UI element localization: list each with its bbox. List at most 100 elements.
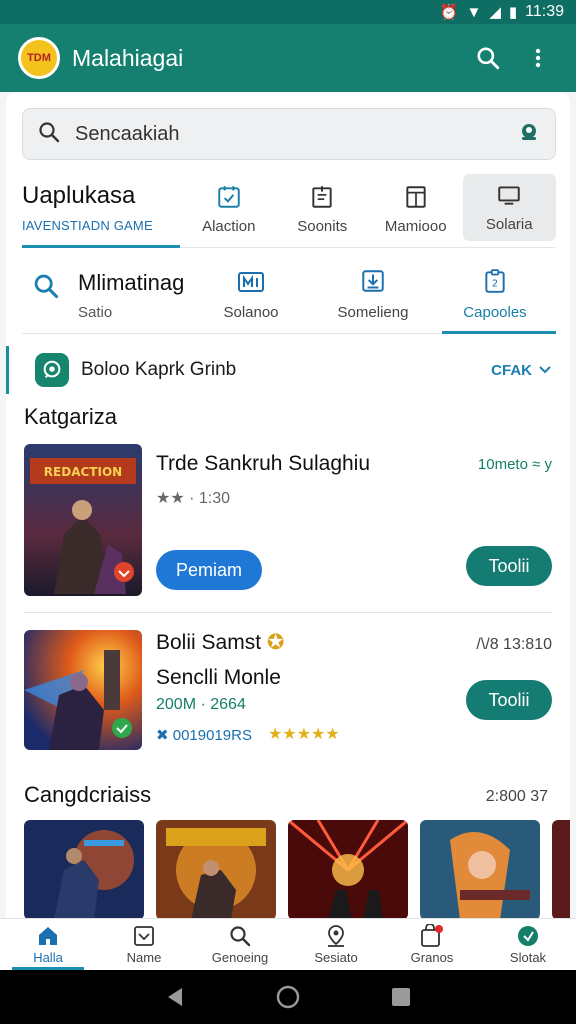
sub-tabs: Mlimatinag Satio Solanoo Somelieng 2 Cap… [22, 258, 556, 334]
trophy-icon: ✪ [266, 631, 285, 654]
tab-label: Soonits [297, 218, 348, 235]
location-icon [328, 925, 344, 947]
featured-dropdown[interactable]: CFAK [491, 362, 552, 379]
game-subtitle: Senclli Monle [156, 666, 281, 689]
battery-icon: ▮ [508, 4, 518, 21]
status-time: 11:39 [525, 3, 564, 20]
monitor-icon [498, 186, 520, 205]
tab-soonits[interactable]: Soonits [276, 172, 370, 247]
app-logo-text: TDM [27, 52, 51, 64]
back-icon[interactable] [164, 985, 186, 1009]
game-card[interactable]: Bolii Samst ✪ Senclli Monle 200M · 2664 … [24, 630, 552, 782]
game-thumbnail[interactable]: REDACTION [24, 444, 142, 596]
tab-alaction[interactable]: Alaction [182, 172, 276, 247]
category-main-subtitle: IAVENSTIADN GAME [22, 218, 153, 233]
notepad-icon [312, 186, 332, 208]
section-title: Cangdcriaiss [24, 782, 152, 807]
nav-item-genoeing[interactable]: Genoeing [192, 919, 288, 970]
install-button[interactable]: Toolii [466, 546, 552, 586]
nav-item-sesiato[interactable]: Sesiato [288, 919, 384, 970]
download-icon [362, 270, 384, 292]
tab-label: Alaction [202, 218, 256, 235]
carousel-item[interactable] [420, 820, 540, 918]
home-circle-icon[interactable] [275, 984, 301, 1010]
more-vert-icon[interactable] [518, 38, 558, 78]
nav-label: Halla [33, 950, 63, 965]
nav-label: Sesiato [314, 950, 358, 965]
search-icon [34, 274, 59, 299]
app-title: Malahiagai [72, 44, 184, 71]
game-title: Bolii Samst ✪ [156, 630, 284, 655]
game-code: ✖ 0019019RS [156, 727, 252, 744]
home-icon [39, 927, 57, 945]
system-navigation-bar [0, 970, 576, 1024]
game-meta: 200M · 2664 [156, 696, 246, 713]
category-main-title: Uaplukasa [22, 182, 136, 209]
tab-label: Mamiooo [384, 218, 447, 235]
bag-icon [421, 924, 443, 947]
divider [24, 612, 552, 613]
nav-label: Genoeing [211, 950, 269, 965]
sub-tab-somelieng[interactable]: Somelieng [312, 258, 434, 333]
tab-mamiooo[interactable]: Mamiooo [369, 172, 463, 247]
game-size: 10meto ≈ y [477, 456, 552, 473]
nav-item-granos[interactable]: Granos [384, 919, 480, 970]
grid-icon [238, 272, 264, 292]
recents-icon[interactable] [390, 986, 412, 1008]
sub-tab-label: Solanoo [223, 304, 279, 321]
sub-tab-first[interactable]: Mlimatinag Satio [22, 258, 190, 333]
carousel-item[interactable] [24, 820, 144, 918]
section-title: Katgariza [24, 404, 117, 429]
document-icon [406, 186, 426, 208]
game-thumbnail[interactable] [24, 630, 142, 750]
sub-tab-solanoo[interactable]: Solanoo [190, 258, 312, 333]
sub-tab-subtitle: Satio [78, 304, 113, 321]
game-title: Trde Sankruh Sulaghiu [156, 452, 371, 475]
game-rating: ★★ · 1:30 [156, 490, 231, 507]
carousel-item[interactable] [552, 820, 570, 918]
nav-label: Name [126, 950, 162, 965]
carousel-item[interactable] [156, 820, 276, 918]
game-title-text: Bolii Samst [156, 631, 262, 654]
chat-icon [35, 353, 69, 387]
tab-solaria[interactable]: Solaria [462, 174, 556, 241]
featured-action: CFAK [491, 361, 532, 379]
star-rating: ★★★★★ [268, 726, 340, 743]
search-icon [37, 120, 61, 149]
carousel-item[interactable] [288, 820, 408, 918]
sub-tab-label: Capooles [463, 304, 527, 321]
nav-label: Slotak [509, 950, 547, 965]
sub-tab-label: Somelieng [337, 304, 409, 321]
compass-icon [518, 926, 538, 946]
nav-item-halla[interactable]: Halla [0, 919, 96, 970]
category-main-tab[interactable]: Uaplukasa IAVENSTIADN GAME [22, 172, 182, 248]
featured-row[interactable]: Boloo Kaprk Grinb CFAK [6, 346, 570, 394]
search-icon[interactable] [468, 38, 508, 78]
search-input[interactable] [75, 122, 517, 146]
sub-tab-capooles[interactable]: 2 Capooles [434, 258, 556, 334]
voice-search-icon[interactable] [517, 120, 541, 149]
premium-button[interactable]: Pemiam [156, 550, 262, 590]
app-logo[interactable]: TDM [18, 37, 60, 79]
nav-item-name[interactable]: Name [96, 919, 192, 970]
category-tabs: Uaplukasa IAVENSTIADN GAME Alaction Soon… [22, 172, 556, 248]
nav-label: Granos [410, 950, 454, 965]
section-meta: 2:800 37 [485, 788, 548, 805]
nav-item-slotak[interactable]: Slotak [480, 919, 576, 970]
checkbox-icon [134, 926, 154, 946]
thumbnail-title: REDACTION [44, 465, 122, 479]
category-tab-indicator [22, 245, 180, 248]
wifi-icon: ▼ [466, 3, 482, 21]
gamepad-icon [218, 186, 240, 208]
svg-text:2: 2 [492, 278, 498, 289]
install-button[interactable]: Toolii [466, 680, 552, 720]
game-card[interactable]: REDACTION Trde Sankruh Sulaghiu ★★ · 1:3… [24, 444, 552, 596]
main-content: Uaplukasa IAVENSTIADN GAME Alaction Soon… [6, 92, 570, 918]
chevron-down-icon [539, 366, 551, 374]
sub-tab-title: Mlimatinag [78, 270, 185, 295]
game-carousel [24, 820, 570, 918]
app-bar: TDM Malahiagai [0, 24, 576, 92]
featured-label: Boloo Kaprk Grinb [81, 359, 237, 380]
search-icon [230, 926, 251, 947]
search-bar[interactable] [22, 108, 556, 160]
